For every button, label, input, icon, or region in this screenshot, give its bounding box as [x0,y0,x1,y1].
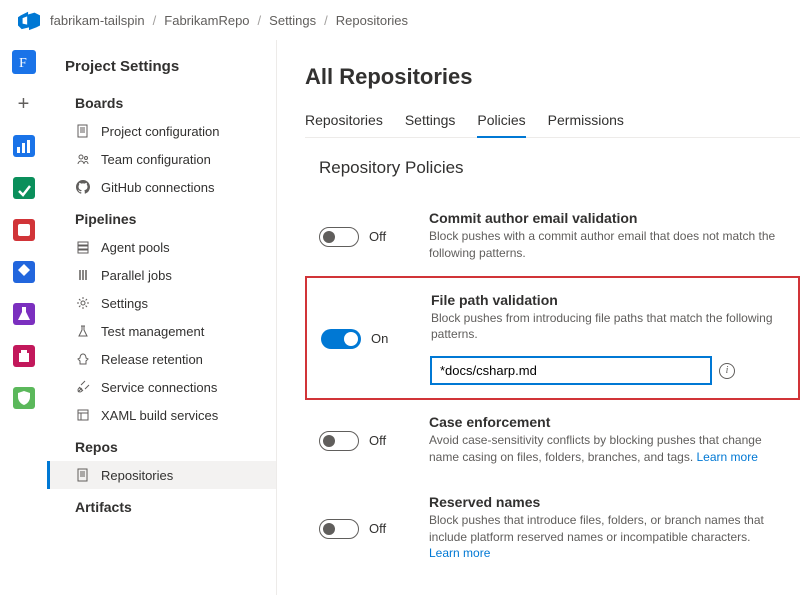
page-title: All Repositories [305,64,800,90]
sidebar-item-label: Release retention [101,352,203,367]
sidebar-item-label: Project configuration [101,124,220,139]
breadcrumb-item[interactable]: FabrikamRepo [164,13,249,28]
svg-text:F: F [19,56,27,71]
policy-toggle[interactable] [321,329,361,349]
pool-icon [75,239,91,255]
sidebar-item-label: Service connections [101,380,217,395]
sidebar-item-team-configuration[interactable]: Team configuration [47,145,276,173]
info-icon[interactable]: i [719,363,735,379]
tab-permissions[interactable]: Permissions [548,108,624,137]
azure-devops-logo[interactable] [18,9,40,31]
sidebar-item-project-configuration[interactable]: Project configuration [47,117,276,145]
policy-title: Case enforcement [429,414,780,430]
breadcrumb-separator: / [324,13,328,28]
policy-toggle-label: On [371,331,388,346]
tab-repositories[interactable]: Repositories [305,108,383,137]
team-icon [75,151,91,167]
policy-toggle-label: Off [369,433,386,448]
learn-more-link[interactable]: Learn more [429,546,490,560]
tab-settings[interactable]: Settings [405,108,456,137]
sidebar-item-label: Parallel jobs [101,268,172,283]
panel-heading: Repository Policies [305,158,800,178]
rail-testplans-icon[interactable] [12,260,36,284]
sidebar-item-label: Test management [101,324,204,339]
sidebar-section-artifacts[interactable]: Artifacts [47,489,276,521]
sidebar-section-pipelines[interactable]: Pipelines [47,201,276,233]
rail-repos-icon[interactable] [12,176,36,200]
rail-boards-icon[interactable] [12,134,36,158]
policy-title: File path validation [431,292,778,308]
breadcrumb: fabrikam-tailspin / FabrikamRepo / Setti… [50,13,408,28]
sidebar-item-settings[interactable]: Settings [47,289,276,317]
sidebar-section-repos[interactable]: Repos [47,429,276,461]
learn-more-link[interactable]: Learn more [697,450,758,464]
xaml-icon [75,407,91,423]
rail-add-icon[interactable]: + [12,92,36,116]
policy-toggle[interactable] [319,519,359,539]
plug-icon [75,379,91,395]
left-rail: F + [0,40,47,595]
sidebar-item-test-management[interactable]: Test management [47,317,276,345]
sidebar-item-label: Repositories [101,468,173,483]
rail-pipelines-icon[interactable] [12,218,36,242]
rail-flask-icon[interactable] [12,302,36,326]
tab-bar: Repositories Settings Policies Permissions [305,108,800,138]
sidebar-item-parallel-jobs[interactable]: Parallel jobs [47,261,276,289]
policy-toggle[interactable] [319,431,359,451]
policy-description: Avoid case-sensitivity conflicts by bloc… [429,432,780,466]
main-content: All Repositories Repositories Settings Pol… [277,40,800,595]
page-icon [75,467,91,483]
sidebar-section-boards[interactable]: Boards [47,85,276,117]
file-path-pattern-input[interactable] [431,357,711,384]
policy-row: Off Case enforcement Avoid case-sensitiv… [305,400,800,480]
sidebar: Project Settings Boards Project configura… [47,40,277,595]
policy-title: Reserved names [429,494,780,510]
page-icon [75,123,91,139]
sidebar-item-xaml-build-services[interactable]: XAML build services [47,401,276,429]
policy-toggle-label: Off [369,521,386,536]
policy-description: Block pushes that introduce files, folde… [429,512,780,562]
rail-project-icon[interactable]: F [12,50,36,74]
breadcrumb-separator: / [258,13,262,28]
policy-toggle-label: Off [369,229,386,244]
policy-row: Off Reserved names Block pushes that int… [305,480,800,576]
release-icon [75,351,91,367]
flask-icon [75,323,91,339]
sidebar-item-release-retention[interactable]: Release retention [47,345,276,373]
sidebar-item-service-connections[interactable]: Service connections [47,373,276,401]
policy-title: Commit author email validation [429,210,780,226]
sidebar-item-agent-pools[interactable]: Agent pools [47,233,276,261]
sidebar-heading: Project Settings [47,52,276,85]
sidebar-item-repositories[interactable]: Repositories [47,461,276,489]
policy-toggle[interactable] [319,227,359,247]
breadcrumb-item[interactable]: Settings [269,13,316,28]
policy-description: Block pushes from introducing file paths… [431,310,778,344]
rail-artifacts-icon[interactable] [12,344,36,368]
github-icon [75,179,91,195]
sidebar-item-label: Settings [101,296,148,311]
sidebar-item-label: Agent pools [101,240,170,255]
policy-row: On File path validation Block pushes fro… [305,276,800,401]
breadcrumb-separator: / [153,13,157,28]
gear-icon [75,295,91,311]
rail-shield-icon[interactable] [12,386,36,410]
tab-policies[interactable]: Policies [477,108,525,138]
parallel-icon [75,267,91,283]
sidebar-item-label: GitHub connections [101,180,214,195]
breadcrumb-item[interactable]: fabrikam-tailspin [50,13,145,28]
breadcrumb-item-current: Repositories [336,13,408,28]
policy-description: Block pushes with a commit author email … [429,228,780,262]
sidebar-item-github-connections[interactable]: GitHub connections [47,173,276,201]
top-bar: fabrikam-tailspin / FabrikamRepo / Setti… [0,0,800,40]
sidebar-item-label: XAML build services [101,408,218,423]
policy-row: Off Commit author email validation Block… [305,196,800,276]
sidebar-item-label: Team configuration [101,152,211,167]
